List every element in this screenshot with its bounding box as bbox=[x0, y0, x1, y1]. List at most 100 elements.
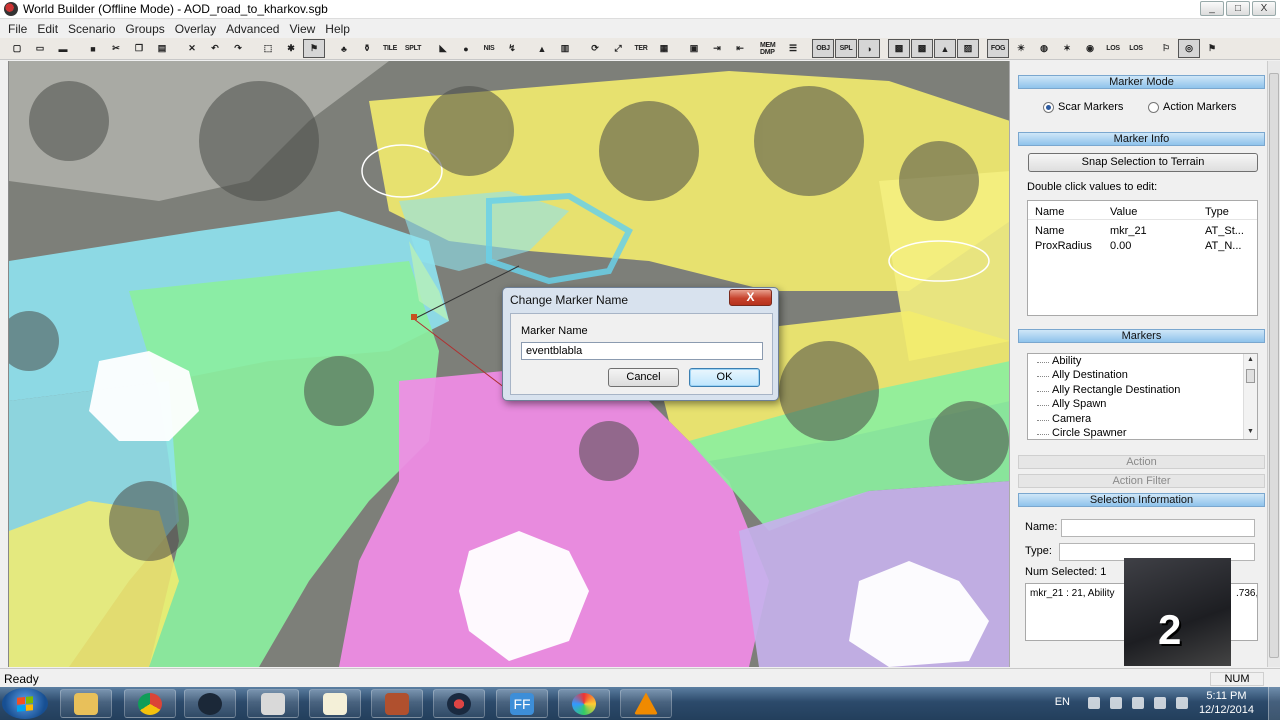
copy-icon[interactable]: ❐ bbox=[128, 39, 150, 58]
menu-scenario[interactable]: Scenario bbox=[68, 22, 115, 36]
table-row[interactable]: Name mkr_21 AT_St... bbox=[1028, 224, 1257, 239]
list-item[interactable]: Camera bbox=[1052, 413, 1091, 425]
los-button[interactable]: LOS bbox=[1102, 39, 1124, 58]
window-icon[interactable]: ▣ bbox=[683, 39, 705, 58]
security-icon[interactable] bbox=[1132, 697, 1144, 709]
list-item[interactable]: Circle Spawner bbox=[1052, 427, 1127, 439]
unit-icon[interactable]: ⚱ bbox=[356, 39, 378, 58]
split-button[interactable]: SPLT bbox=[402, 39, 424, 58]
taskbar-explorer[interactable] bbox=[60, 689, 112, 718]
menu-groups[interactable]: Groups bbox=[125, 22, 164, 36]
menu-help[interactable]: Help bbox=[325, 22, 350, 36]
menu-advanced[interactable]: Advanced bbox=[226, 22, 279, 36]
cancel-button[interactable]: Cancel bbox=[608, 368, 679, 387]
arrow-right-icon[interactable]: ⇥ bbox=[706, 39, 728, 58]
fog-button[interactable]: FOG bbox=[987, 39, 1009, 58]
new-file-icon[interactable]: ▢ bbox=[6, 39, 28, 58]
taskbar-ff[interactable]: FF bbox=[496, 689, 548, 718]
table-row[interactable]: ProxRadius 0.00 AT_N... bbox=[1028, 239, 1257, 254]
select-icon[interactable]: ⬚ bbox=[257, 39, 279, 58]
paint-drop-icon[interactable]: ◉ bbox=[1079, 39, 1101, 58]
undo-icon[interactable]: ↶ bbox=[204, 39, 226, 58]
panel-scroll-thumb[interactable] bbox=[1269, 73, 1279, 658]
taskbar-notepad[interactable] bbox=[309, 689, 361, 718]
redo-icon[interactable]: ↷ bbox=[227, 39, 249, 58]
list-item[interactable]: Ally Destination bbox=[1052, 369, 1128, 381]
grid-icon[interactable]: ▦ bbox=[653, 39, 675, 58]
dialog-close-button[interactable]: X bbox=[729, 289, 772, 306]
list-icon[interactable]: ☰ bbox=[782, 39, 804, 58]
menu-overlay[interactable]: Overlay bbox=[175, 22, 216, 36]
list-item[interactable]: Ally Rectangle Destination bbox=[1052, 384, 1180, 396]
taskbar-steam[interactable] bbox=[184, 689, 236, 718]
nis-button[interactable]: NIS bbox=[478, 39, 500, 58]
chart-icon[interactable]: ▥ bbox=[554, 39, 576, 58]
language-indicator[interactable]: EN bbox=[1055, 696, 1070, 708]
tray-up-icon[interactable] bbox=[1088, 697, 1100, 709]
paste-icon[interactable]: ▤ bbox=[151, 39, 173, 58]
paint-icon[interactable]: ✱ bbox=[280, 39, 302, 58]
save-icon[interactable]: ■ bbox=[82, 39, 104, 58]
spl-button[interactable]: SPL bbox=[835, 39, 857, 58]
taskbar-bricks[interactable] bbox=[371, 689, 423, 718]
los-alt-button[interactable]: LOS bbox=[1125, 39, 1147, 58]
terrain-button[interactable]: TER bbox=[630, 39, 652, 58]
rotate-icon[interactable]: ⟳ bbox=[584, 39, 606, 58]
clock[interactable]: 5:11 PM 12/12/2014 bbox=[1199, 689, 1254, 717]
list-item[interactable]: Ability bbox=[1052, 355, 1081, 367]
marker-name-input[interactable] bbox=[521, 342, 763, 360]
taskbar-media[interactable] bbox=[558, 689, 610, 718]
landscape-icon[interactable]: ▲ bbox=[934, 39, 956, 58]
delete-icon[interactable]: ✕ bbox=[181, 39, 203, 58]
sun-icon[interactable]: ☀ bbox=[1010, 39, 1032, 58]
obj-button[interactable]: OBJ bbox=[812, 39, 834, 58]
arrow-left-icon[interactable]: ⇤ bbox=[729, 39, 751, 58]
taskbar-files[interactable] bbox=[247, 689, 299, 718]
menu-file[interactable]: File bbox=[8, 22, 27, 36]
list-item[interactable]: Ally Spawn bbox=[1052, 398, 1106, 410]
show-desktop-button[interactable] bbox=[1268, 687, 1280, 720]
minimize-button[interactable]: _ bbox=[1200, 1, 1224, 16]
camera-icon[interactable]: ◑ bbox=[858, 39, 880, 58]
menu-edit[interactable]: Edit bbox=[37, 22, 58, 36]
record-icon[interactable]: ◎ bbox=[1178, 39, 1200, 58]
cell-value[interactable]: mkr_21 bbox=[1110, 225, 1200, 237]
maximize-button[interactable]: □ bbox=[1226, 1, 1250, 16]
markers-scrollbar[interactable]: ▲ ▼ bbox=[1243, 354, 1257, 439]
volume-icon[interactable] bbox=[1176, 697, 1188, 709]
taskbar-world-builder[interactable] bbox=[433, 689, 485, 718]
cell-value[interactable]: 0.00 bbox=[1110, 240, 1200, 252]
close-button[interactable]: X bbox=[1252, 1, 1276, 16]
menu-view[interactable]: View bbox=[289, 22, 315, 36]
markers-list[interactable]: Ability Ally Destination Ally Rectangle … bbox=[1027, 353, 1258, 440]
sparkle-icon[interactable]: ✶ bbox=[1056, 39, 1078, 58]
network-icon[interactable] bbox=[1154, 697, 1166, 709]
panel-scrollbar[interactable] bbox=[1267, 61, 1280, 667]
road-icon[interactable]: ◣ bbox=[432, 39, 454, 58]
snap-to-terrain-button[interactable]: Snap Selection to Terrain bbox=[1028, 153, 1258, 172]
scar-markers-radio[interactable]: Scar Markers bbox=[1043, 101, 1123, 113]
mem-dump-button[interactable]: MEM DMP bbox=[759, 39, 781, 58]
move-icon[interactable]: ⤢ bbox=[607, 39, 629, 58]
water-icon[interactable]: ● bbox=[455, 39, 477, 58]
scroll-thumb[interactable] bbox=[1246, 369, 1255, 383]
marker-tool-icon[interactable]: ⚑ bbox=[303, 39, 325, 58]
spline-icon[interactable]: ↯ bbox=[501, 39, 523, 58]
image-icon[interactable]: ▨ bbox=[957, 39, 979, 58]
tile-button[interactable]: TILE bbox=[379, 39, 401, 58]
globe-icon[interactable]: ◍ bbox=[1033, 39, 1055, 58]
scroll-down-icon[interactable]: ▼ bbox=[1247, 428, 1254, 435]
open-folder-icon[interactable]: ▬ bbox=[52, 39, 74, 58]
cut-icon[interactable]: ✂ bbox=[105, 39, 127, 58]
dropbox-icon[interactable] bbox=[1110, 697, 1122, 709]
tree-icon[interactable]: ♣ bbox=[333, 39, 355, 58]
name-field[interactable] bbox=[1061, 519, 1255, 537]
start-button[interactable] bbox=[2, 688, 48, 719]
checker-icon[interactable]: ▩ bbox=[888, 39, 910, 58]
taskbar-chrome[interactable] bbox=[124, 689, 176, 718]
ok-button[interactable]: OK bbox=[689, 368, 760, 387]
flag-alt-icon[interactable]: ⚑ bbox=[1201, 39, 1223, 58]
scroll-up-icon[interactable]: ▲ bbox=[1247, 356, 1254, 363]
action-markers-radio[interactable]: Action Markers bbox=[1148, 101, 1236, 113]
flag-icon[interactable]: ⚐ bbox=[1155, 39, 1177, 58]
